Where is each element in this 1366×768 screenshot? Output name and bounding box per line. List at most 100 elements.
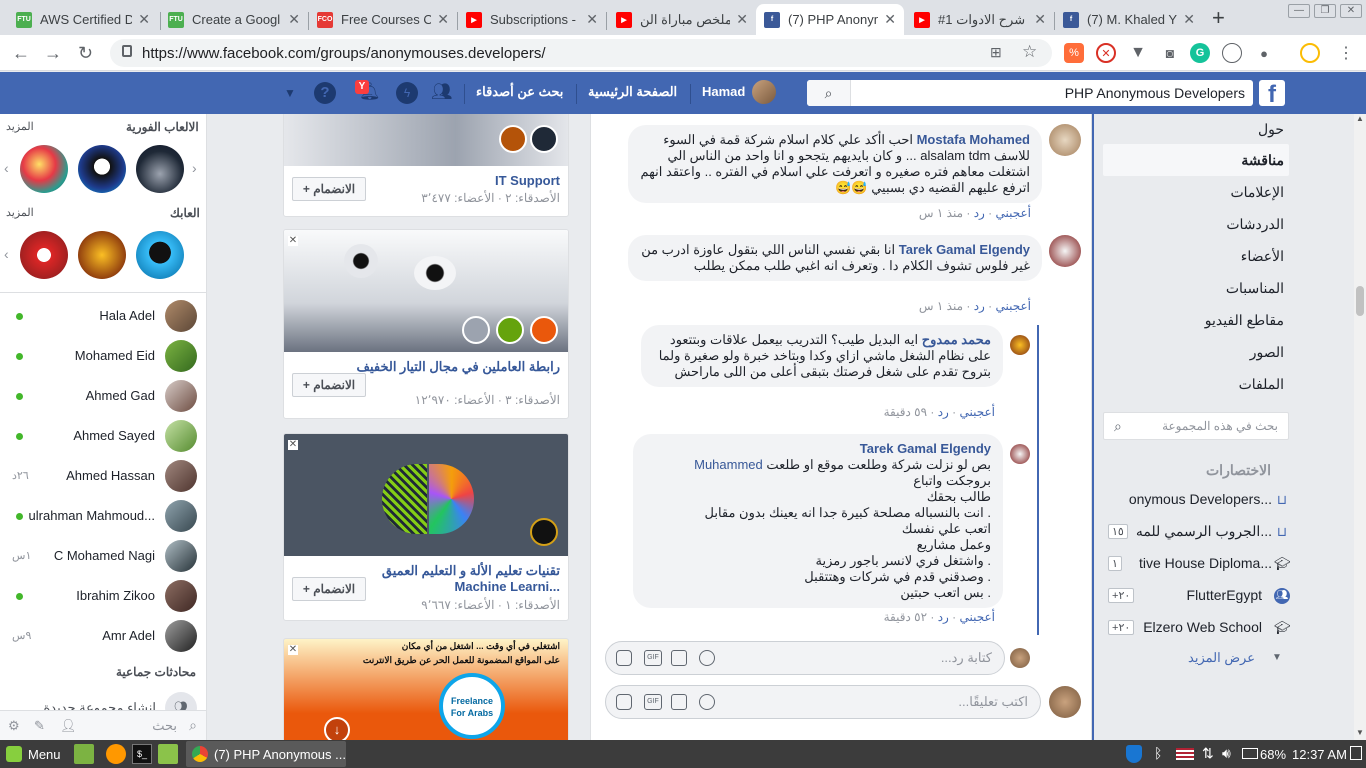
- facebook-logo-icon[interactable]: f: [1259, 80, 1285, 108]
- shortcut-item[interactable]: ١٥ الجروب الرسمي للمه... ⊔: [1092, 520, 1292, 544]
- shield-icon[interactable]: [1126, 745, 1142, 763]
- chevron-left-icon[interactable]: ‹: [4, 160, 9, 176]
- nav-videos[interactable]: مقاطع الفيديو: [1205, 312, 1284, 329]
- close-tab-icon[interactable]: ✕: [884, 11, 896, 28]
- shortcut-item[interactable]: +٢٠ FlutterEgypt 👥︎: [1092, 584, 1292, 608]
- taskbar-window-button[interactable]: (7) PHP Anonymous ...: [186, 741, 346, 767]
- browser-tab-active[interactable]: f (7) PHP Anonym ✕: [756, 4, 904, 35]
- contact-item[interactable]: ٢٦د Ahmed Hassan: [0, 456, 205, 496]
- reply-link[interactable]: رد: [938, 405, 949, 419]
- nav-about[interactable]: حول: [1258, 121, 1284, 138]
- extension-icon[interactable]: %: [1064, 43, 1084, 63]
- group-search-input[interactable]: بحث في هذه المجموعة ⌕: [1103, 412, 1289, 440]
- terminal-icon[interactable]: $_: [132, 744, 152, 764]
- vpn-icon[interactable]: ▼: [1128, 43, 1148, 63]
- workspace-icon[interactable]: [1350, 746, 1362, 760]
- new-tab-button[interactable]: +: [1212, 5, 1225, 31]
- like-link[interactable]: أعجبني: [996, 206, 1031, 220]
- restore-icon[interactable]: ❐: [1314, 4, 1336, 18]
- nav-files[interactable]: الملفات: [1239, 376, 1284, 393]
- add-people-icon[interactable]: 👤︎: [60, 718, 77, 734]
- network-icon[interactable]: ⇅: [1202, 745, 1214, 762]
- close-icon[interactable]: ✕: [288, 236, 298, 246]
- camera-icon[interactable]: [671, 650, 687, 666]
- sticker-icon[interactable]: [616, 694, 632, 710]
- gif-icon[interactable]: GIF: [644, 650, 662, 666]
- help-icon[interactable]: ?: [314, 82, 336, 104]
- close-icon[interactable]: ✕: [288, 645, 298, 655]
- bluetooth-icon[interactable]: ᛒ: [1154, 745, 1162, 761]
- ad-card[interactable]: ✕ اشتغلي في أي وقت ... اشتغل من أي مكان …: [283, 638, 569, 740]
- commenter-avatar[interactable]: [1010, 335, 1030, 355]
- racing-game-icon[interactable]: [136, 145, 184, 193]
- reply-link[interactable]: رد: [938, 610, 949, 624]
- account-menu-caret-icon[interactable]: ▼: [280, 86, 300, 106]
- minimize-icon[interactable]: —: [1288, 4, 1310, 18]
- like-link[interactable]: أعجبني: [960, 610, 995, 624]
- nav-photos[interactable]: الصور: [1250, 344, 1284, 361]
- browser-tab[interactable]: FTU Create a Googl ✕: [160, 4, 308, 35]
- emoji-icon[interactable]: [699, 650, 715, 666]
- translate-icon[interactable]: ⊞: [990, 44, 1002, 61]
- commenter-avatar[interactable]: [1010, 444, 1030, 464]
- camera-icon[interactable]: ◙: [1160, 43, 1180, 63]
- browser-tab[interactable]: f (7) M. Khaled Y ✕: [1055, 4, 1203, 35]
- browser-tab[interactable]: ▶ ملخص مباراة الن ✕: [608, 4, 756, 35]
- browser-tab[interactable]: ▶ #1 شرح الادوات ✕: [906, 4, 1054, 35]
- user-avatar[interactable]: [752, 80, 776, 104]
- nav-announcements[interactable]: الإعلامات: [1230, 184, 1284, 201]
- reply-link[interactable]: رد: [974, 299, 985, 313]
- scroll-down-icon[interactable]: ▼: [1356, 728, 1364, 737]
- chevron-right-icon[interactable]: ›: [192, 160, 197, 176]
- camera-icon[interactable]: [671, 694, 687, 710]
- keyboard-layout-flag-icon[interactable]: [1176, 748, 1194, 760]
- close-window-icon[interactable]: ✕: [1340, 4, 1362, 18]
- files-icon[interactable]: [158, 744, 178, 764]
- battery-icon[interactable]: [1242, 748, 1258, 759]
- contact-item[interactable]: ٩س Amr Adel: [0, 616, 205, 656]
- url-bar[interactable]: https://www.facebook.com/groups/anonymou…: [110, 39, 1052, 67]
- pool-ball-game-icon[interactable]: [136, 231, 184, 279]
- chat-extension-icon[interactable]: ●: [1254, 43, 1274, 63]
- bookmark-star-icon[interactable]: ☆: [1022, 42, 1037, 62]
- home-link[interactable]: الصفحة الرئيسية: [588, 84, 677, 100]
- volume-icon[interactable]: 🔊︎: [1222, 745, 1231, 762]
- contact-item[interactable]: Ahmed Gad: [0, 376, 205, 416]
- games-more-link[interactable]: المزيد: [6, 120, 34, 133]
- comment-author-link[interactable]: Mostafa Mohamed: [917, 132, 1030, 147]
- contact-item[interactable]: Ahmed Sayed: [0, 416, 205, 456]
- menu-button[interactable]: Menu: [28, 747, 61, 762]
- nav-members[interactable]: الأعضاء: [1241, 248, 1284, 265]
- comment-author-link[interactable]: Tarek Gamal Elgendy: [645, 441, 991, 457]
- contact-item[interactable]: Hala Adel: [0, 296, 205, 336]
- comment-author-link[interactable]: Tarek Gamal Elgendy: [899, 242, 1030, 257]
- search-input[interactable]: PHP Anonymous Developers ⌕: [807, 80, 1253, 106]
- contacts-settings-icon[interactable]: ⚙: [8, 718, 20, 734]
- menu-kebab-icon[interactable]: ⋮: [1336, 43, 1356, 63]
- contact-item[interactable]: ١س C Mohamed Nagi: [0, 536, 205, 576]
- close-tab-icon[interactable]: ✕: [736, 11, 748, 28]
- clock[interactable]: 12:37 AM: [1292, 747, 1347, 762]
- close-tab-icon[interactable]: ✕: [437, 11, 449, 28]
- close-tab-icon[interactable]: ✕: [288, 11, 300, 28]
- new-message-icon[interactable]: ✎: [34, 718, 45, 734]
- your-games-more-link[interactable]: المزيد: [6, 206, 34, 219]
- friend-requests-icon[interactable]: 👥︎: [431, 82, 453, 102]
- gif-icon[interactable]: GIF: [644, 694, 662, 710]
- reply-link[interactable]: رد: [974, 206, 985, 220]
- contact-item[interactable]: Ibrahim Zikoo: [0, 576, 205, 616]
- nav-discussion[interactable]: مناقشة: [1241, 152, 1284, 169]
- commenter-avatar[interactable]: [1049, 124, 1081, 156]
- chat-search-input[interactable]: بحث: [152, 718, 177, 734]
- reload-icon[interactable]: ↻: [78, 43, 93, 64]
- sticker-icon[interactable]: [616, 650, 632, 666]
- chevron-left-icon[interactable]: ‹: [4, 246, 9, 262]
- close-icon[interactable]: ✕: [288, 440, 298, 450]
- contact-item[interactable]: Mohamed Eid: [0, 336, 205, 376]
- mention-link[interactable]: Muhammed: [694, 457, 763, 472]
- profile-avatar-icon[interactable]: [1300, 43, 1320, 63]
- close-tab-icon[interactable]: ✕: [1034, 11, 1046, 28]
- like-link[interactable]: أعجبني: [960, 405, 995, 419]
- shortcut-item[interactable]: ١ tive House Diploma... 🎓︎: [1092, 552, 1292, 576]
- nav-chats[interactable]: الدردشات: [1226, 216, 1284, 233]
